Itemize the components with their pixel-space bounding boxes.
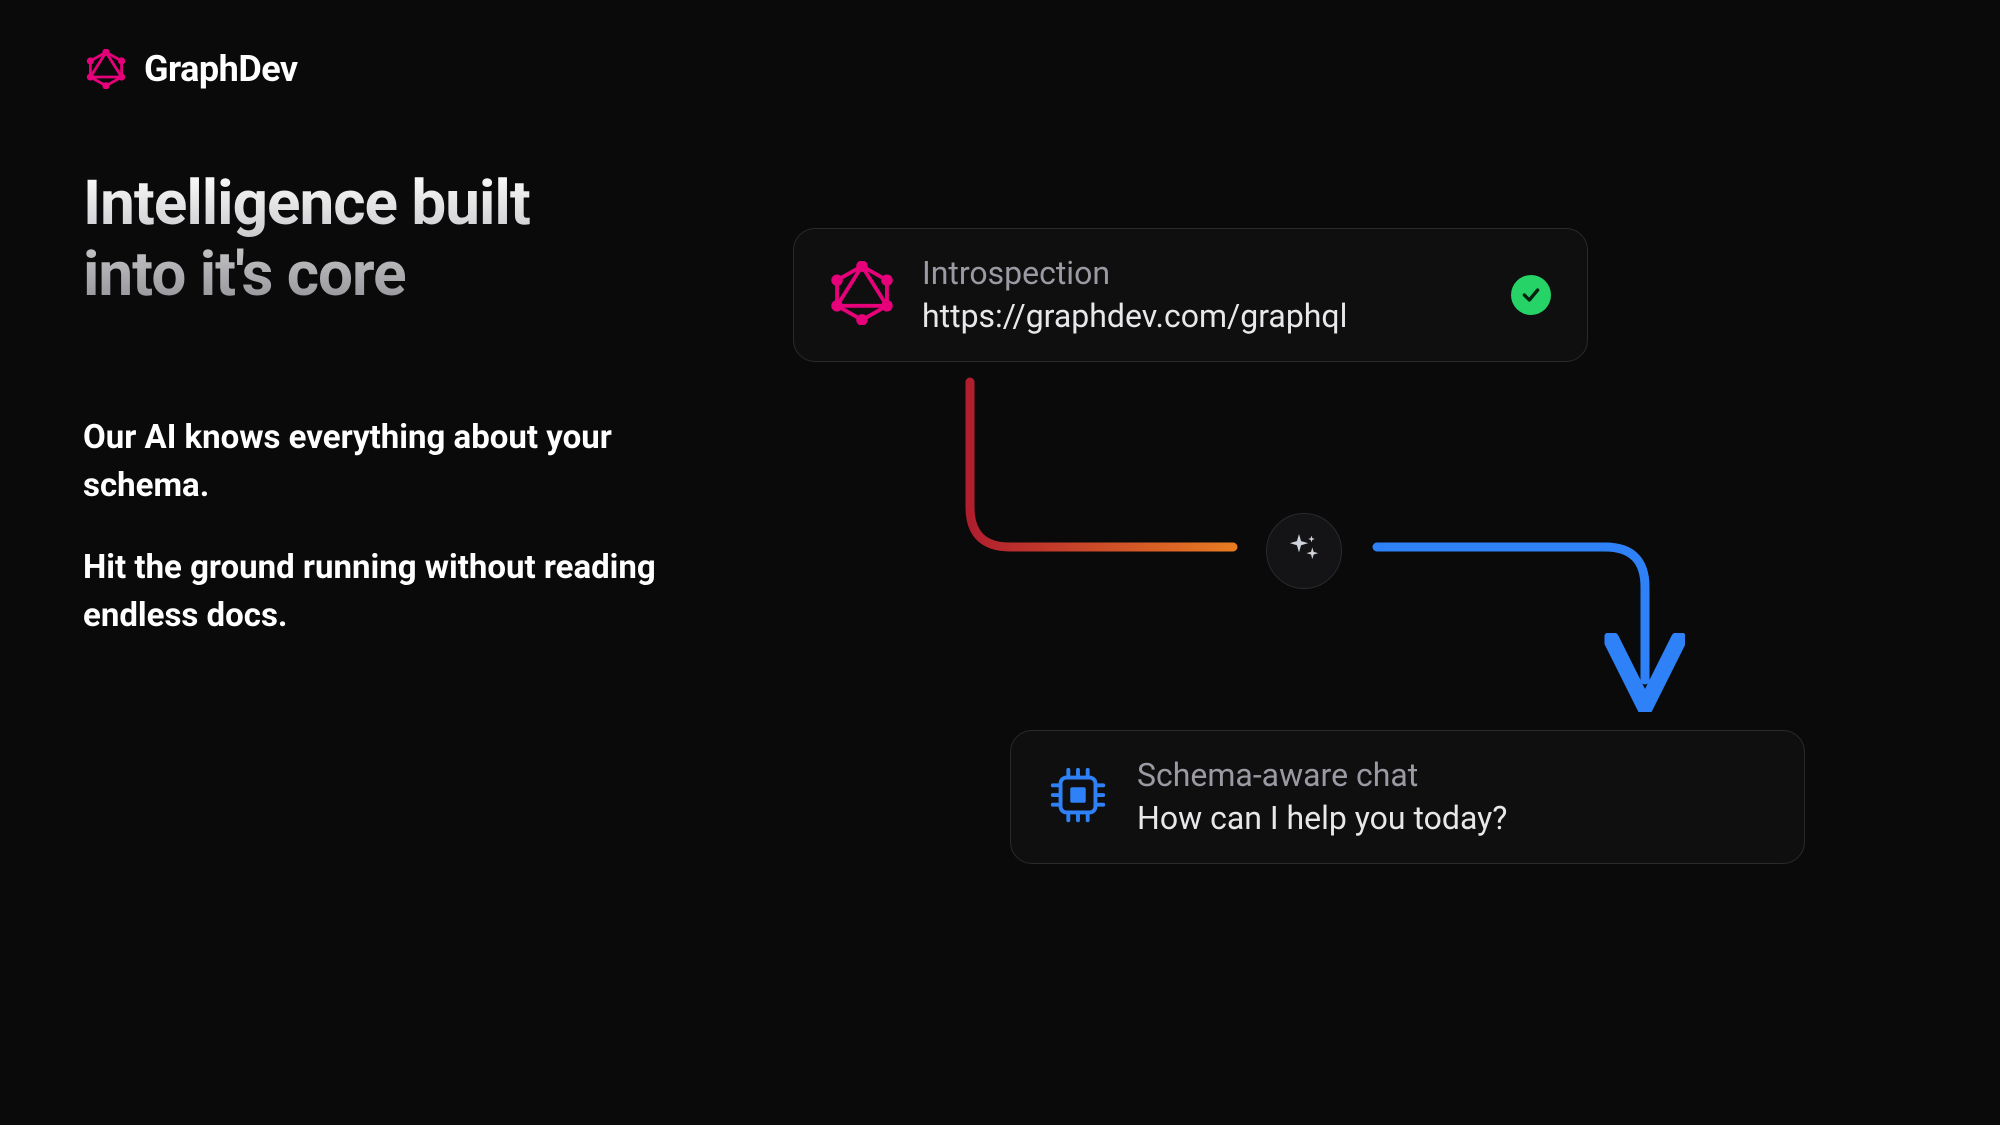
headline-line-2: into it's core bbox=[83, 238, 406, 311]
graphql-logo-icon bbox=[86, 49, 126, 89]
chat-card-text: Schema-aware chat How can I help you tod… bbox=[1137, 754, 1768, 840]
body-paragraph-1: Our AI knows everything about your schem… bbox=[83, 414, 703, 510]
status-success-badge bbox=[1511, 275, 1551, 315]
chat-title: Schema-aware chat bbox=[1137, 754, 1768, 797]
sparkles-icon bbox=[1284, 529, 1324, 573]
introspection-title: Introspection bbox=[922, 252, 1483, 295]
page-headline: Intelligence built into it's core bbox=[83, 168, 683, 311]
chat-card: Schema-aware chat How can I help you tod… bbox=[1010, 730, 1805, 864]
chat-prompt: How can I help you today? bbox=[1137, 797, 1768, 840]
introspection-card: Introspection https://graphdev.com/graph… bbox=[793, 228, 1588, 362]
headline-line-1: Intelligence built bbox=[83, 167, 530, 240]
introspection-url: https://graphdev.com/graphql bbox=[922, 295, 1483, 338]
check-icon bbox=[1521, 285, 1541, 305]
ai-sparkle-node bbox=[1266, 513, 1342, 589]
body-paragraph-2: Hit the ground running without reading e… bbox=[83, 544, 703, 640]
brand-logo: GraphDev bbox=[86, 48, 298, 90]
introspection-card-text: Introspection https://graphdev.com/graph… bbox=[922, 252, 1483, 338]
body-copy: Our AI knows everything about your schem… bbox=[83, 414, 703, 673]
graphql-icon bbox=[830, 261, 894, 329]
brand-name: GraphDev bbox=[144, 48, 298, 90]
chip-icon bbox=[1047, 764, 1109, 830]
